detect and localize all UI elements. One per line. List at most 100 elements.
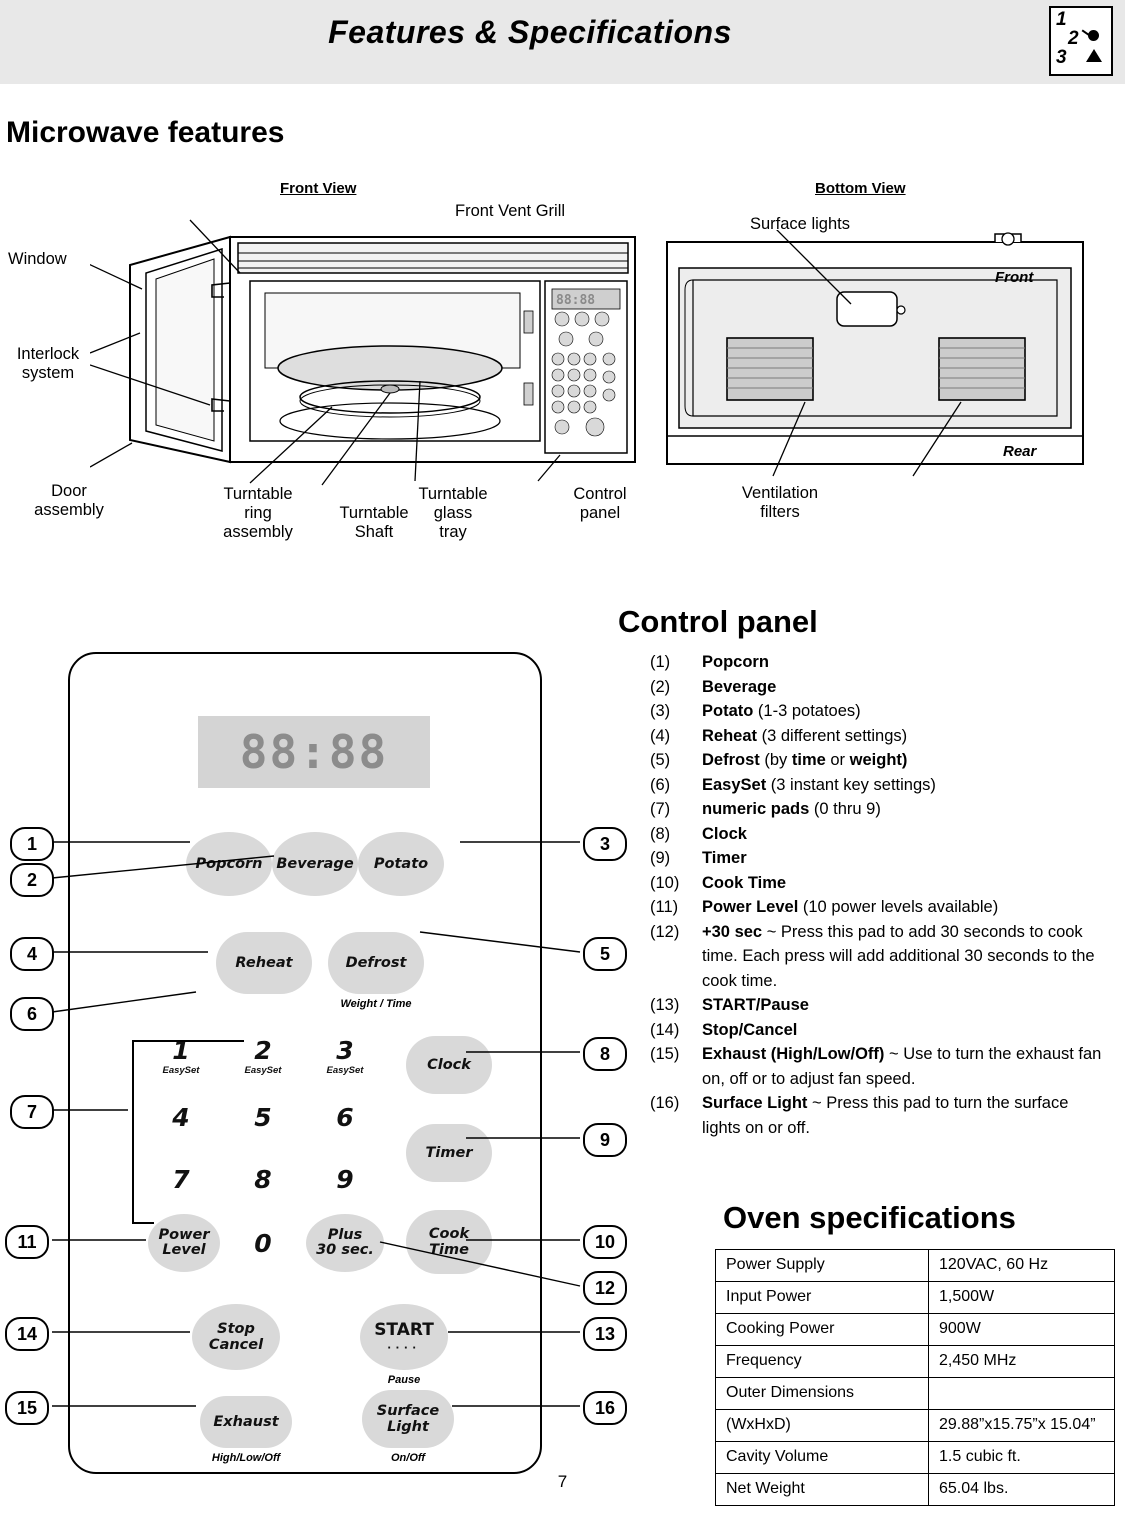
legend-description: (10 power levels available) — [798, 898, 999, 916]
pad-8[interactable]: 8 — [230, 1150, 296, 1208]
pad-potato[interactable]: Potato — [358, 832, 444, 896]
legend-index: (10) — [650, 873, 680, 892]
pad-reheat-label: Reheat — [235, 955, 293, 971]
pad-5[interactable]: 5 — [230, 1088, 296, 1146]
control-panel-legend-row: (16) Surface Light ~ Press this pad to tu… — [650, 1091, 1110, 1140]
pad-plus-30-sec[interactable]: Plus 30 sec. — [306, 1214, 384, 1272]
pad-exhaust[interactable]: Exhaust — [200, 1396, 292, 1448]
legend-term: Potato — [702, 702, 754, 720]
page-number: 7 — [557, 1472, 568, 1491]
pad-beverage[interactable]: Beverage — [272, 832, 358, 896]
exhaust-high-low-off-label: High/Low/Off — [211, 1452, 281, 1464]
legend-term: Clock — [702, 824, 747, 843]
control-panel-legend-row: (3) Potato (1-3 potatoes) — [650, 699, 1110, 724]
pad-timer[interactable]: Timer — [406, 1124, 492, 1182]
bottom-view-diagram: Front Rear — [666, 230, 1084, 477]
legend-index: (8) — [650, 824, 671, 843]
callout-window: Window — [8, 250, 67, 268]
legend-term: Surface Light — [702, 1094, 808, 1112]
legend-index: (15) — [650, 1045, 680, 1063]
pad-8-digit: 8 — [254, 1164, 272, 1194]
bubble-11: 11 — [5, 1225, 49, 1259]
legend-text: EasySet (3 instant key settings) — [702, 773, 1110, 798]
control-panel-legend-row: (11) Power Level (10 power levels availab… — [650, 895, 1110, 920]
pad-1-easyset-label: EasySet — [162, 1065, 200, 1076]
pad-stop-cancel[interactable]: Stop Cancel — [192, 1304, 280, 1370]
callout-door-assembly: Door assembly — [34, 482, 104, 519]
pad-4[interactable]: 4 — [148, 1088, 214, 1146]
bubble-3: 3 — [583, 827, 627, 861]
bubble-1: 1 — [10, 827, 54, 861]
pad-7[interactable]: 7 — [148, 1150, 214, 1208]
pad-surface-light-label: Surface Light — [376, 1403, 440, 1435]
legend-term: EasySet — [702, 775, 767, 794]
step-icon-number-3: 3 — [1056, 47, 1067, 68]
pad-power-level-label: Power Level — [158, 1227, 210, 1258]
bubble-12: 12 — [583, 1271, 627, 1305]
spec-value: 1.5 cubic ft. — [928, 1441, 1115, 1474]
pad-5-digit: 5 — [254, 1102, 272, 1132]
legend-index: (14) — [650, 1020, 680, 1039]
spec-value: 2,450 MHz — [928, 1345, 1115, 1378]
spec-key: Cavity Volume — [715, 1441, 929, 1474]
bubble-8: 8 — [583, 1037, 627, 1071]
pad-4-digit: 4 — [172, 1102, 190, 1132]
spec-table-row: Cavity Volume 1.5 cubic ft. — [715, 1441, 1115, 1474]
bottom-view-label: Bottom View — [815, 180, 906, 197]
control-panel-legend-row: (10) Cook Time — [650, 871, 1110, 896]
callout-control-panel: Control panel — [573, 485, 627, 522]
spec-table-body: Power Supply 120VAC, 60 Hz Input Power 1,50… — [715, 1249, 1115, 1506]
pad-clock[interactable]: Clock — [406, 1036, 492, 1094]
legend-index: (6) — [650, 775, 671, 794]
pad-9[interactable]: 9 — [312, 1150, 378, 1208]
legend-description: (0 thru 9) — [809, 800, 881, 818]
microwave-features-heading: Microwave features — [6, 116, 285, 149]
legend-index: (3) — [650, 702, 671, 720]
callout-front-vent-grill: Front Vent Grill — [455, 202, 566, 220]
spec-table-row: Cooking Power 900W — [715, 1313, 1115, 1346]
pad-2[interactable]: 2 EasySet — [230, 1026, 296, 1086]
step-icon-number-1: 1 — [1056, 9, 1067, 30]
pad-3-easyset-label: EasySet — [326, 1065, 364, 1076]
callout-turntable-ring-assembly: Turntable ring assembly — [223, 485, 293, 541]
legend-description: (3 instant key settings) — [766, 775, 936, 794]
pad-defrost[interactable]: Defrost — [328, 932, 424, 994]
pad-clock-label: Clock — [427, 1057, 471, 1073]
legend-index: (13) — [650, 996, 680, 1014]
control-panel-legend-row: (1) Popcorn — [650, 650, 1110, 675]
bubble-6: 6 — [10, 997, 54, 1031]
legend-index: (2) — [650, 677, 671, 696]
pad-popcorn[interactable]: Popcorn — [186, 832, 272, 896]
pad-exhaust-label: Exhaust — [213, 1414, 279, 1430]
control-panel-keypad-diagram: 88:88 Popcorn Beverage Potato Reheat Def… — [68, 652, 542, 1474]
legend-term: Cook Time — [702, 873, 787, 892]
spec-key: Input Power — [715, 1281, 929, 1314]
legend-text: Surface Light ~ Press this pad to turn t… — [702, 1091, 1110, 1140]
pad-cook-time[interactable]: Cook Time — [406, 1210, 492, 1274]
spec-table-row: Frequency 2,450 MHz — [715, 1345, 1115, 1378]
legend-index: (16) — [650, 1094, 680, 1112]
pad-reheat[interactable]: Reheat — [216, 932, 312, 994]
legend-text: START/Pause — [702, 993, 1110, 1018]
pad-start-label: START — [374, 1319, 434, 1340]
pad-start[interactable]: START ···· — [360, 1304, 448, 1370]
numeric-pads-bracket-top — [132, 1040, 244, 1042]
pad-power-level[interactable]: Power Level — [148, 1214, 220, 1272]
legend-index: (4) — [650, 726, 671, 745]
legend-text: Cook Time — [702, 871, 1110, 896]
keypad-display: 88:88 — [198, 716, 430, 788]
spec-key: (WxHxD) — [715, 1409, 929, 1442]
legend-term: Popcorn — [702, 653, 769, 671]
pad-1[interactable]: 1 EasySet — [148, 1026, 214, 1086]
pad-cook-time-label: Cook Time — [428, 1226, 470, 1258]
pad-6[interactable]: 6 — [312, 1088, 378, 1146]
legend-term: numeric pads — [702, 800, 810, 818]
pad-surface-light[interactable]: Surface Light — [362, 1390, 454, 1448]
pad-3[interactable]: 3 EasySet — [312, 1026, 378, 1086]
legend-text: Beverage — [702, 675, 1110, 700]
pad-0[interactable]: 0 — [230, 1214, 296, 1272]
spec-value: 900W — [928, 1313, 1115, 1346]
bubble-7: 7 — [10, 1095, 54, 1129]
control-panel-legend-row: (2) Beverage — [650, 675, 1110, 700]
bubble-4: 4 — [10, 937, 54, 971]
